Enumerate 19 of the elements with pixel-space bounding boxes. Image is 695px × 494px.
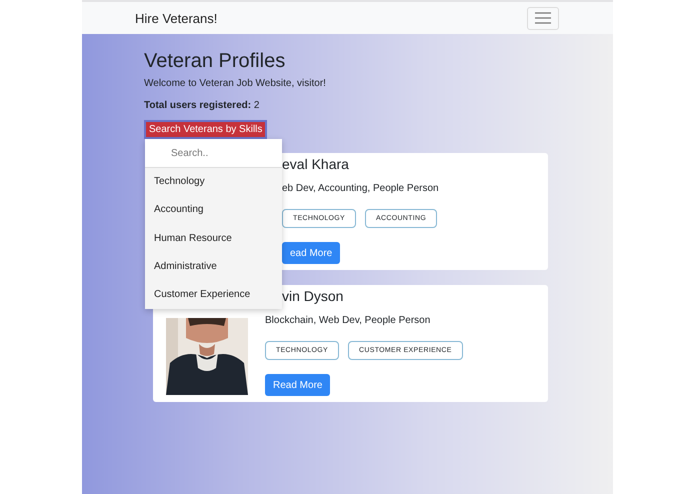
page-title: Veteran Profiles [144, 49, 286, 73]
dropdown-item[interactable]: Accounting [145, 196, 282, 225]
read-more-button[interactable]: ead More [282, 242, 340, 264]
skills-text: Blockchain, Web Dev, People Person [265, 315, 430, 326]
veteran-name: eval Khara [282, 156, 349, 173]
total-users-text: Total users registered: 2 [144, 100, 260, 111]
menu-button[interactable] [527, 6, 559, 30]
search-field[interactable]: Search.. [145, 139, 282, 168]
dropdown-item[interactable]: Administrative [145, 252, 282, 282]
welcome-text: Welcome to Veteran Job Website, visitor! [144, 78, 327, 89]
search-skills-button[interactable]: Search Veterans by Skills [144, 120, 268, 139]
read-more-button[interactable]: Read More [265, 374, 330, 396]
dropdown-item[interactable]: Technology [145, 168, 282, 196]
skills-text: eb Dev, Accounting, People Person [282, 183, 439, 194]
menu-icon [535, 12, 551, 24]
dropdown-item[interactable]: Human Resource [145, 224, 282, 253]
dropdown-item[interactable]: Customer Experience [145, 281, 282, 310]
brand-link[interactable]: Hire Veterans! [135, 10, 218, 26]
veteran-name: vin Dyson [282, 288, 344, 305]
